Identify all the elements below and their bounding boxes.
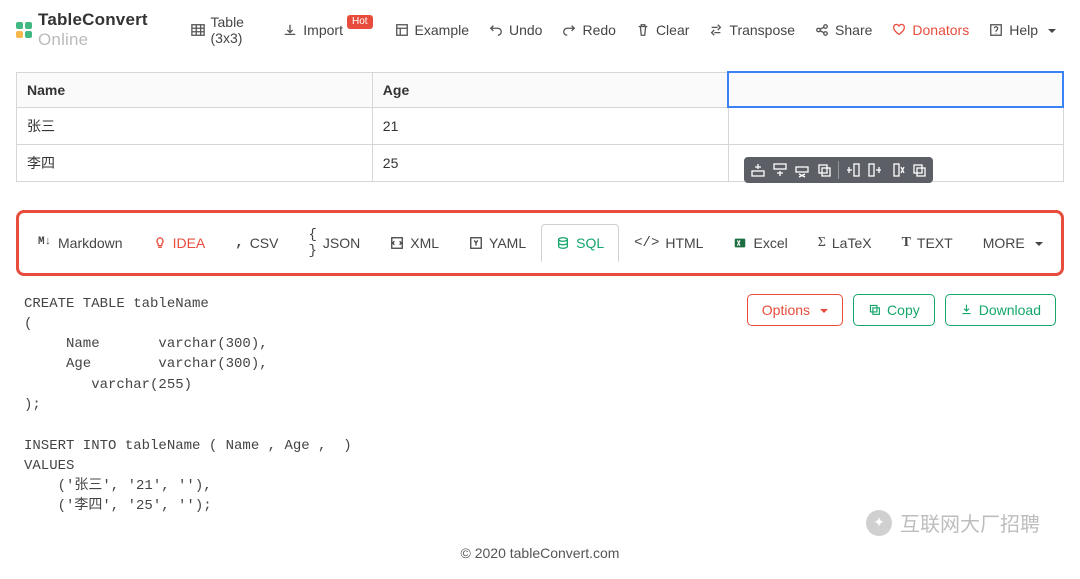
options-button[interactable]: Options	[747, 294, 843, 326]
col-header-selected[interactable]	[728, 72, 1063, 107]
sigma-icon: Σ	[818, 235, 826, 251]
tab-markdown[interactable]: M↓Markdown	[23, 224, 138, 262]
yaml-icon	[469, 236, 483, 250]
delete-col-icon[interactable]	[889, 162, 905, 178]
heart-icon	[892, 23, 906, 37]
nav-undo[interactable]: Undo	[481, 16, 550, 44]
nav-undo-label: Undo	[509, 22, 542, 38]
copy-row-icon[interactable]	[816, 162, 832, 178]
cell[interactable]: 25	[372, 144, 728, 181]
tab-excel[interactable]: Excel	[718, 224, 802, 262]
code-output[interactable]: CREATE TABLE tableName ( Name varchar(30…	[24, 294, 747, 517]
hot-badge: Hot	[347, 15, 373, 29]
nav-donators-label: Donators	[912, 22, 969, 38]
markdown-icon: M↓	[38, 236, 52, 250]
chevron-down-icon	[816, 302, 828, 318]
col-header[interactable]: Age	[372, 72, 728, 107]
tab-text[interactable]: TTEXT	[887, 224, 968, 262]
nav-transpose-label: Transpose	[729, 22, 795, 38]
xml-icon	[390, 236, 404, 250]
delete-row-icon[interactable]	[794, 162, 810, 178]
nav-transpose[interactable]: Transpose	[701, 16, 803, 44]
copy-icon	[868, 303, 881, 316]
brand[interactable]: TableConvert Online	[16, 10, 169, 50]
chevron-down-icon	[1031, 235, 1043, 251]
nav-share[interactable]: Share	[807, 16, 880, 44]
tab-xml[interactable]: XML	[375, 224, 454, 262]
import-icon	[283, 23, 297, 37]
undo-icon	[489, 23, 503, 37]
nav-import[interactable]: Import Hot	[275, 16, 382, 44]
nav-share-label: Share	[835, 22, 872, 38]
logo-icon	[16, 22, 32, 38]
tab-csv[interactable]: ,CSV	[220, 224, 293, 262]
add-col-right-icon[interactable]	[867, 162, 883, 178]
trash-icon	[636, 23, 650, 37]
nav-example[interactable]: Example	[387, 16, 477, 44]
download-button[interactable]: Download	[945, 294, 1056, 326]
add-row-below-icon[interactable]	[772, 162, 788, 178]
json-icon: { }	[308, 227, 316, 259]
nav-table[interactable]: Table (3x3)	[183, 8, 272, 52]
brand-name: TableConvert Online	[38, 10, 169, 50]
format-tabs: M↓Markdown IDEA ,CSV { }JSON XML YAML SQ…	[16, 210, 1064, 276]
text-icon: T	[902, 235, 911, 251]
cell[interactable]	[728, 107, 1063, 144]
nav-table-label: Table (3x3)	[211, 14, 264, 46]
excel-icon	[733, 236, 747, 250]
tab-more[interactable]: MORE	[968, 224, 1058, 262]
share-icon	[815, 23, 829, 37]
watermark: ✦ 互联网大厂招聘	[866, 508, 1040, 537]
tab-sql[interactable]: SQL	[541, 224, 619, 262]
topbar: TableConvert Online Table (3x3) Import H…	[0, 0, 1080, 61]
html-icon: </>	[634, 235, 659, 251]
nav-clear[interactable]: Clear	[628, 16, 697, 44]
table-row: 张三 21	[17, 107, 1064, 144]
toolbar-separator	[838, 161, 839, 179]
tab-latex[interactable]: ΣLaTeX	[803, 224, 887, 262]
output-area: CREATE TABLE tableName ( Name varchar(30…	[16, 276, 1064, 527]
tab-html[interactable]: </>HTML	[619, 224, 718, 262]
bulb-icon	[153, 236, 167, 250]
nav-clear-label: Clear	[656, 22, 689, 38]
example-icon	[395, 23, 409, 37]
col-header[interactable]: Name	[17, 72, 373, 107]
nav-import-label: Import	[303, 22, 343, 38]
transpose-icon	[709, 23, 723, 37]
nav-donators[interactable]: Donators	[884, 16, 977, 44]
table-header-row: Name Age	[17, 72, 1064, 107]
nav-redo[interactable]: Redo	[554, 16, 623, 44]
csv-icon: ,	[235, 235, 243, 251]
tab-idea[interactable]: IDEA	[138, 224, 221, 262]
copy-button[interactable]: Copy	[853, 294, 935, 326]
nav-help-label: Help	[1009, 22, 1038, 38]
redo-icon	[562, 23, 576, 37]
watermark-text: 互联网大厂招聘	[900, 508, 1040, 537]
cell[interactable]: 李四	[17, 144, 373, 181]
nav-help[interactable]: Help	[981, 16, 1064, 44]
chevron-down-icon	[1044, 22, 1056, 38]
nav-redo-label: Redo	[582, 22, 615, 38]
cell-toolbar	[744, 157, 933, 183]
download-icon	[960, 303, 973, 316]
add-row-above-icon[interactable]	[750, 162, 766, 178]
nav-example-label: Example	[415, 22, 469, 38]
help-icon	[989, 23, 1003, 37]
tab-json[interactable]: { }JSON	[293, 216, 375, 270]
cell[interactable]: 张三	[17, 107, 373, 144]
database-icon	[556, 236, 570, 250]
table-icon	[191, 23, 205, 37]
copy-col-icon[interactable]	[911, 162, 927, 178]
add-col-left-icon[interactable]	[845, 162, 861, 178]
tab-yaml[interactable]: YAML	[454, 224, 541, 262]
wechat-icon: ✦	[866, 510, 892, 536]
cell[interactable]: 21	[372, 107, 728, 144]
